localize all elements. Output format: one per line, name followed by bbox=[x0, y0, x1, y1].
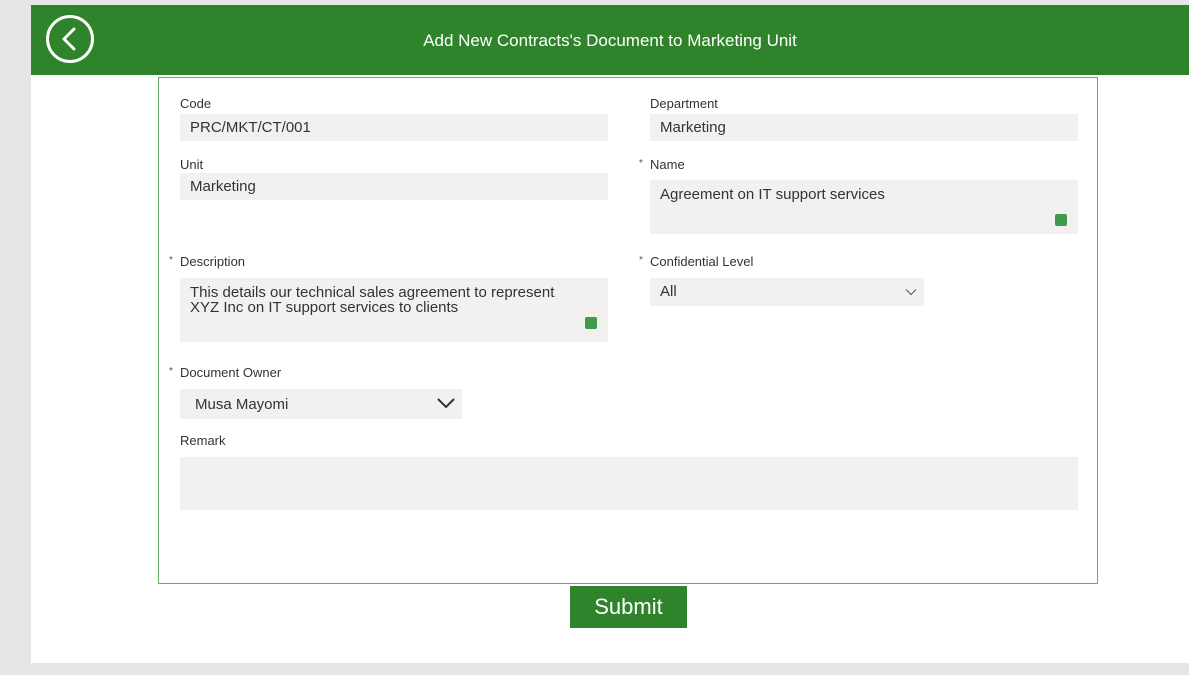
name-value: Agreement on IT support services bbox=[660, 186, 885, 203]
confidential-level-label: Confidential Level bbox=[650, 254, 754, 269]
remark-textarea[interactable] bbox=[180, 457, 1078, 510]
document-owner-dropdown[interactable]: Musa Mayomi bbox=[180, 389, 462, 419]
department-value: Marketing bbox=[660, 119, 726, 136]
description-label: Description bbox=[180, 254, 246, 269]
unit-field[interactable]: Marketing bbox=[180, 173, 608, 200]
department-field[interactable]: Marketing bbox=[650, 114, 1078, 141]
confidential-level-selected: All bbox=[660, 283, 677, 300]
chevron-down-icon bbox=[437, 398, 455, 409]
code-value: PRC/MKT/CT/001 bbox=[190, 119, 311, 136]
resize-handle-icon[interactable] bbox=[585, 317, 597, 329]
name-textarea[interactable]: Agreement on IT support services bbox=[650, 180, 1078, 234]
document-form: Code PRC/MKT/CT/001 Department Marketing… bbox=[158, 77, 1098, 584]
app-window: Add New Contracts's Document to Marketin… bbox=[31, 5, 1189, 663]
header-bar: Add New Contracts's Document to Marketin… bbox=[31, 5, 1189, 75]
confidential-level-required-mark: * bbox=[639, 255, 643, 266]
code-field[interactable]: PRC/MKT/CT/001 bbox=[180, 114, 608, 141]
name-label: Name bbox=[650, 157, 685, 172]
document-owner-label: Document Owner bbox=[180, 365, 282, 380]
document-owner-selected: Musa Mayomi bbox=[195, 396, 289, 413]
description-required-mark: * bbox=[169, 255, 173, 266]
unit-label: Unit bbox=[180, 157, 204, 172]
chevron-down-icon bbox=[905, 289, 917, 296]
submit-button[interactable]: Submit bbox=[570, 586, 687, 628]
code-label: Code bbox=[180, 96, 212, 111]
description-value: This details our technical sales agreeme… bbox=[190, 284, 555, 316]
description-textarea[interactable]: This details our technical sales agreeme… bbox=[180, 278, 608, 342]
page-title: Add New Contracts's Document to Marketin… bbox=[423, 31, 797, 50]
confidential-level-dropdown[interactable]: All bbox=[650, 278, 924, 306]
document-owner-required-mark: * bbox=[169, 366, 173, 377]
department-label: Department bbox=[650, 96, 718, 111]
name-required-mark: * bbox=[639, 158, 643, 169]
unit-value: Marketing bbox=[190, 178, 256, 195]
remark-label: Remark bbox=[180, 433, 226, 448]
resize-handle-icon[interactable] bbox=[1055, 214, 1067, 226]
